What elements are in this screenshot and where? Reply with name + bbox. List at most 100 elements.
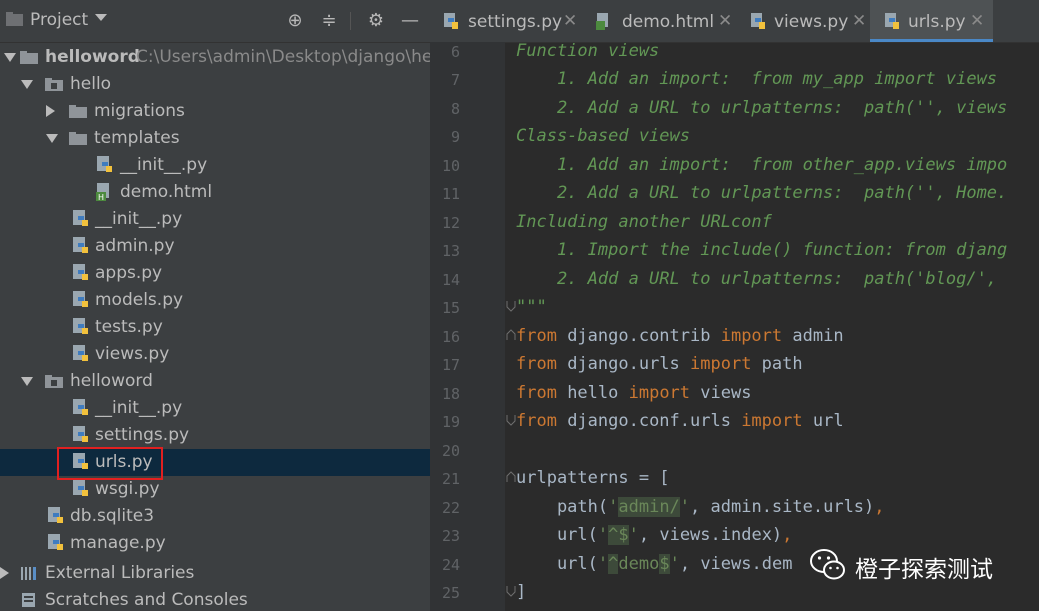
python-file-icon [444, 13, 458, 29]
tab-views-py[interactable]: views.py ✕ [736, 0, 870, 42]
string-quote: ' [597, 525, 609, 545]
code-line-21: urlpatterns = [ [516, 468, 670, 488]
line-number: 11 [441, 185, 460, 203]
close-icon[interactable]: ✕ [852, 11, 866, 31]
tree-item-settings-py[interactable]: settings.py [0, 422, 430, 449]
string-literal: ^$ [608, 525, 629, 545]
close-icon[interactable]: ✕ [970, 11, 984, 31]
string-quote: ' [628, 525, 639, 545]
tree-item-wsgi-py[interactable]: wsgi.py [0, 476, 430, 503]
fold-marker-icon[interactable] [506, 471, 516, 483]
tree-item-admin-py[interactable]: admin.py [0, 233, 430, 260]
tab-urls-py[interactable]: urls.py ✕ [870, 0, 993, 42]
python-file-icon [73, 426, 88, 442]
string-literal: ^ [608, 554, 619, 574]
keyword: from [516, 383, 557, 403]
tree-item-label: settings.py [95, 425, 190, 445]
tree-item-db-sqlite3[interactable]: db.sqlite3 [0, 503, 430, 530]
chevron-right-icon[interactable] [46, 105, 55, 117]
import-name: admin [782, 326, 844, 346]
project-panel-header: Project ⊕ ≑ ⚙ — [0, 0, 430, 43]
tree-item-manage-py[interactable]: manage.py [0, 530, 430, 557]
line-number: 23 [441, 527, 460, 545]
ide-window: Project ⊕ ≑ ⚙ — helloword C:\Users\admin… [0, 0, 1039, 611]
tree-item-migrations[interactable]: migrations [0, 98, 430, 125]
keyword: import [720, 326, 783, 346]
python-file-icon [885, 13, 899, 29]
fold-marker-icon[interactable] [506, 300, 516, 312]
tab-label: urls.py [908, 12, 966, 32]
string-quote: ' [597, 554, 609, 574]
tab-settings-py[interactable]: settings.py ✕ [430, 0, 582, 42]
chevron-down-icon[interactable] [21, 80, 33, 89]
tree-item-tests-py[interactable]: tests.py [0, 314, 430, 341]
hide-panel-icon[interactable]: — [399, 10, 421, 32]
python-file-icon [73, 291, 88, 307]
code-line-8: 2. Add a URL to urlpatterns: path('', vi… [516, 98, 1008, 118]
tree-item-views-py[interactable]: views.py [0, 341, 430, 368]
tree-item-helloword-root[interactable]: helloword C:\Users\admin\Desktop\django\… [0, 44, 430, 71]
python-file-icon [73, 318, 88, 334]
tree-item-templates-init-py[interactable]: __init__.py [0, 152, 430, 179]
line-number: 16 [441, 328, 460, 346]
chevron-down-icon[interactable] [46, 134, 58, 143]
line-number: 17 [441, 356, 460, 374]
chevron-right-icon[interactable] [0, 567, 9, 579]
import-name: views [690, 383, 752, 403]
scratches-icon [22, 593, 35, 607]
gear-icon[interactable]: ⚙ [365, 10, 387, 32]
close-icon[interactable]: ✕ [563, 11, 577, 31]
fold-marker-icon[interactable] [506, 414, 516, 426]
chevron-down-icon[interactable] [4, 53, 16, 62]
close-icon[interactable]: ✕ [718, 11, 732, 31]
python-file-icon [751, 13, 765, 29]
tree-item-hello-init-py[interactable]: __init__.py [0, 206, 430, 233]
tree-item-external-libraries[interactable]: External Libraries [0, 560, 430, 587]
tree-item-apps-py[interactable]: apps.py [0, 260, 430, 287]
tree-item-models-py[interactable]: models.py [0, 287, 430, 314]
chevron-down-icon[interactable] [95, 14, 107, 21]
tree-item-label: manage.py [70, 533, 166, 553]
tab-demo-html[interactable]: demo.html ✕ [582, 0, 736, 42]
tree-item-label: admin.py [95, 236, 175, 256]
watermark-text: 橙子探索测试 [855, 557, 993, 583]
import-name: path [751, 354, 803, 374]
collapse-all-icon[interactable]: ≑ [318, 10, 340, 32]
tree-item-demo-html[interactable]: H demo.html [0, 179, 430, 206]
tab-label: views.py [774, 12, 849, 32]
code-line-23: url('^$', views.index), [516, 525, 792, 545]
project-view-title[interactable]: Project [30, 10, 88, 30]
tree-item-hello[interactable]: hello [0, 71, 430, 98]
keyword: from [516, 326, 557, 346]
module-name: django.contrib [556, 326, 721, 346]
line-number: 22 [441, 499, 460, 517]
fold-marker-icon[interactable] [506, 585, 516, 597]
tree-item-scratches-and-consoles[interactable]: Scratches and Consoles [0, 587, 430, 611]
tree-item-label: demo.html [120, 182, 213, 202]
code-line-16: from django.contrib import admin [516, 326, 844, 346]
string-literal: demo [618, 554, 660, 574]
line-number: 19 [441, 413, 460, 431]
annotation-highlight-box [57, 447, 163, 480]
tab-label: settings.py [468, 12, 563, 32]
locate-icon[interactable]: ⊕ [284, 10, 306, 32]
chevron-down-icon[interactable] [21, 377, 33, 386]
tree-item-helloword-init-py[interactable]: __init__.py [0, 395, 430, 422]
tree-item-label: __init__.py [120, 155, 208, 175]
tree-item-label: helloword [45, 47, 140, 67]
python-file-icon [73, 345, 88, 361]
code-line-9: Class-based views [516, 126, 690, 146]
database-file-icon [48, 507, 63, 523]
keyword: from [516, 354, 557, 374]
python-file-icon [73, 480, 88, 496]
tree-item-label: __init__.py [95, 209, 183, 229]
tree-item-label: Scratches and Consoles [45, 590, 248, 610]
module-name: django.urls [556, 354, 691, 374]
project-icon [6, 12, 23, 26]
module-name: django.conf.urls [556, 411, 742, 431]
fold-marker-icon[interactable] [506, 329, 516, 341]
tree-item-helloword[interactable]: helloword [0, 368, 430, 395]
tree-item-templates[interactable]: templates [0, 125, 430, 152]
line-number: 7 [450, 71, 460, 89]
toolbar-divider [350, 12, 351, 30]
